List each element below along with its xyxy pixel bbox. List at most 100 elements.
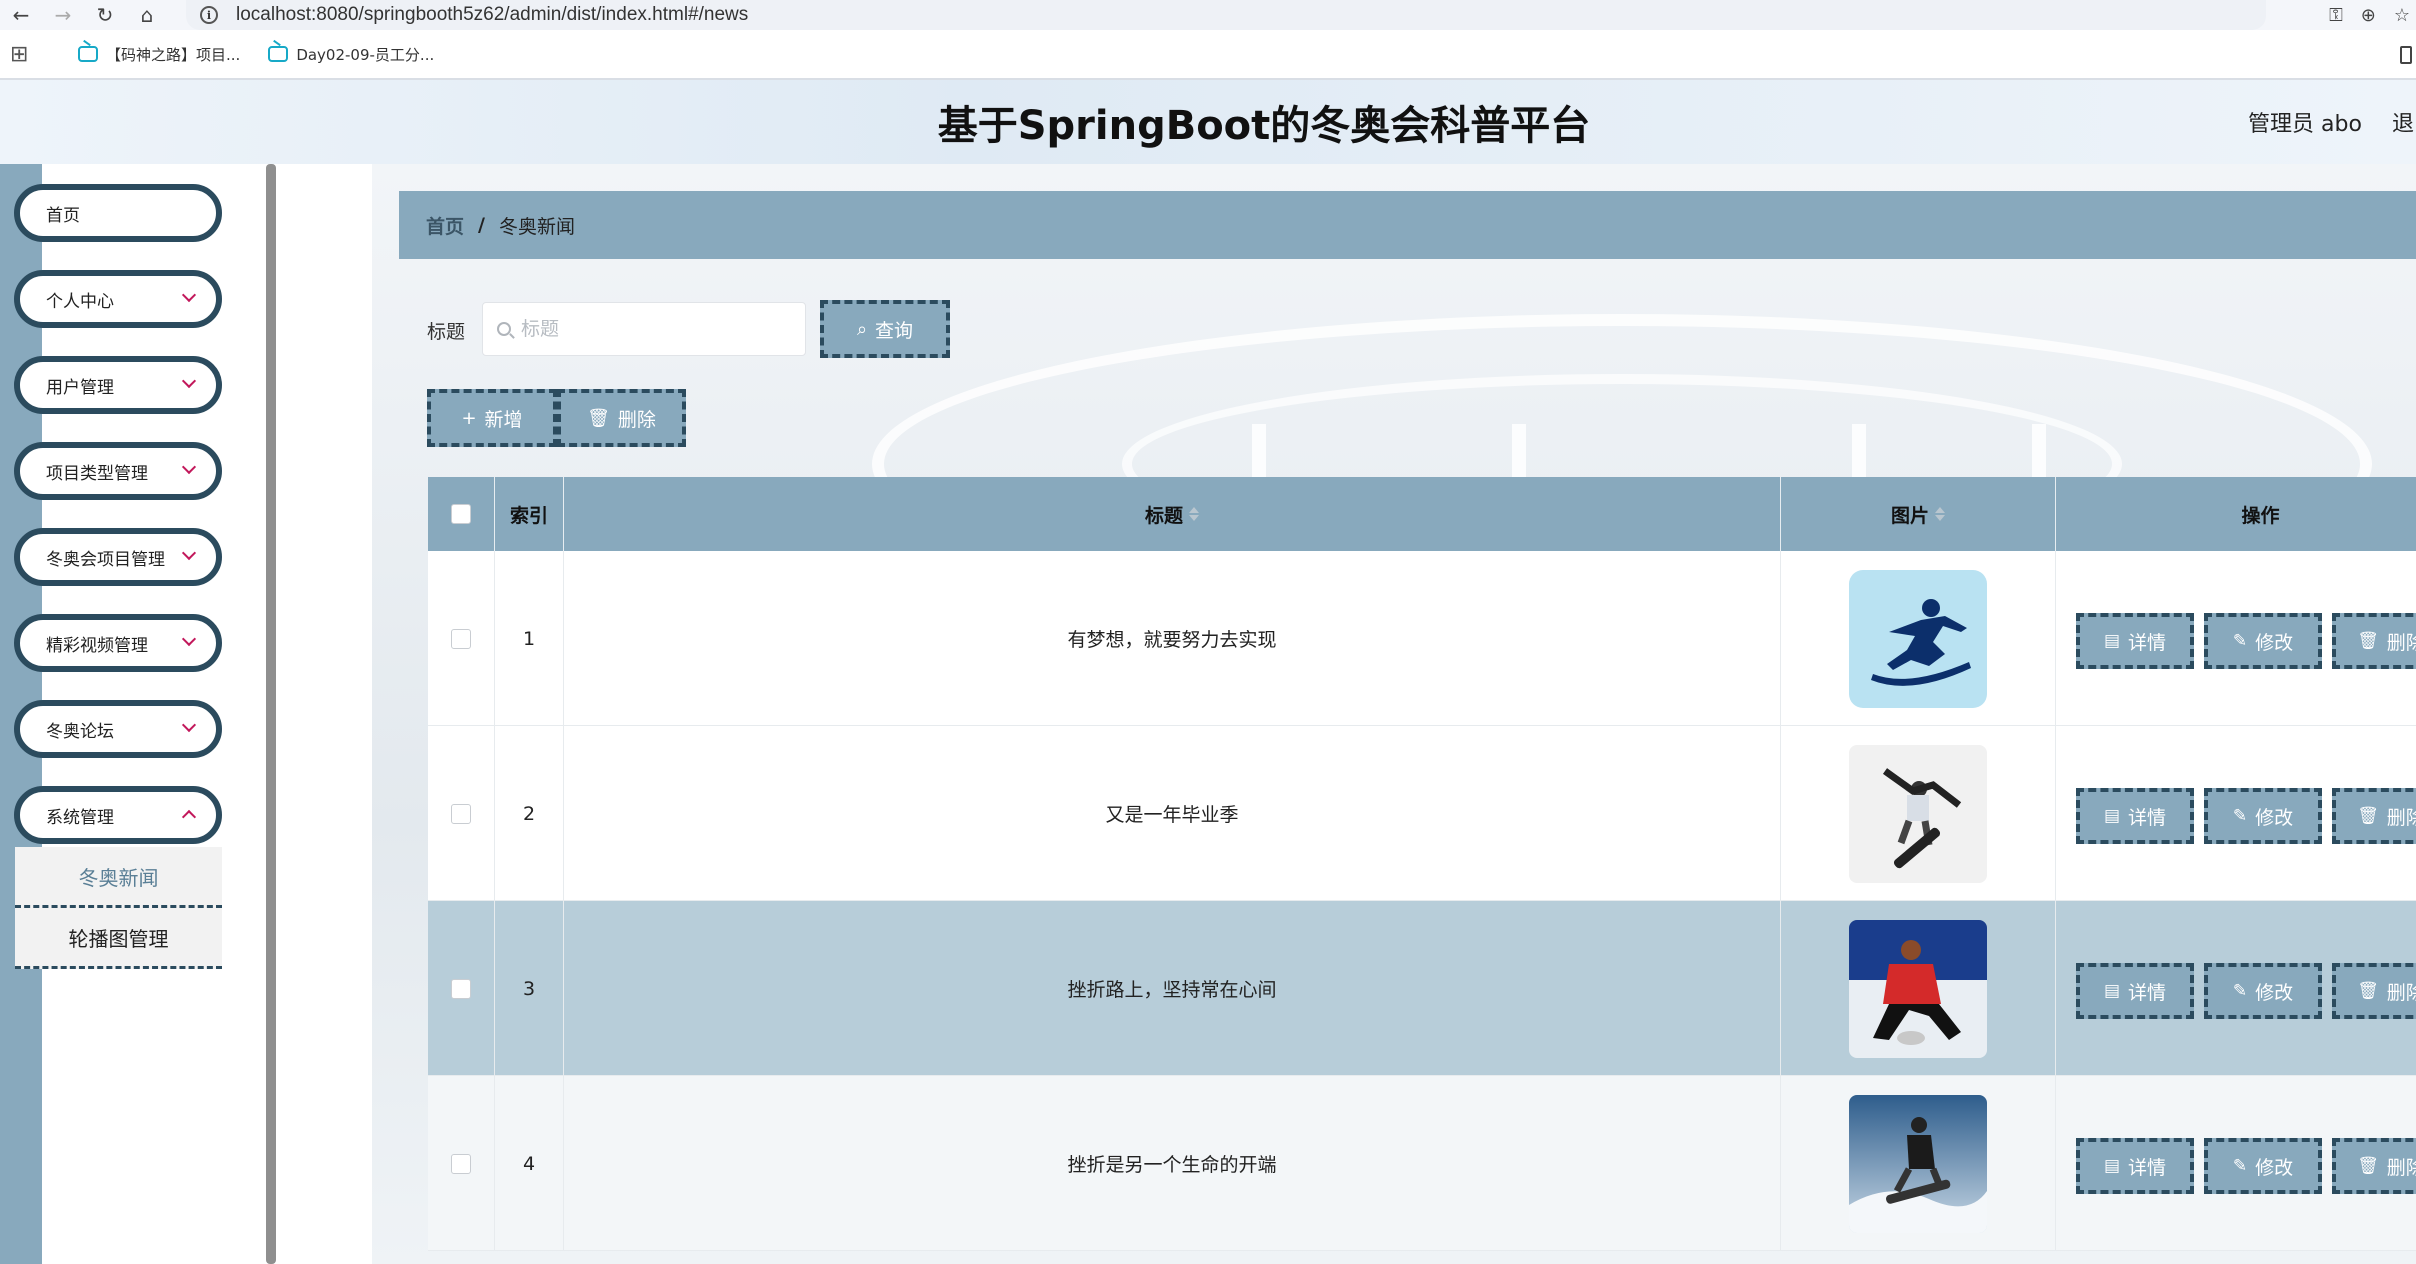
row-index: 4: [495, 1076, 564, 1251]
apps-grid-icon[interactable]: ⊞: [10, 42, 50, 67]
plus-icon: +: [461, 407, 477, 429]
sidebar-item-olympic-projects[interactable]: 冬奥会项目管理: [14, 528, 222, 586]
header-image[interactable]: 图片: [1781, 477, 2056, 551]
remove-button[interactable]: 🗑 删除: [2332, 963, 2416, 1019]
pencil-icon: ✎: [2232, 631, 2248, 651]
forward-icon[interactable]: →: [42, 0, 84, 30]
snowboard-jump-photo[interactable]: [1849, 1094, 1987, 1233]
snowboarder-photo[interactable]: [1849, 744, 1987, 883]
breadcrumb-home[interactable]: 首页: [426, 212, 464, 239]
detail-button[interactable]: ▤ 详情: [2076, 613, 2194, 669]
sidebar-item-system[interactable]: 系统管理: [14, 786, 222, 844]
chevron-down-icon: [181, 373, 197, 389]
pencil-icon: ✎: [2232, 806, 2248, 826]
sidebar-item-user-management[interactable]: 用户管理: [14, 356, 222, 414]
select-all-checkbox[interactable]: [451, 504, 471, 524]
reading-list-icon[interactable]: [2400, 46, 2412, 64]
chevron-down-icon: [181, 459, 197, 475]
add-button[interactable]: + 新增: [427, 389, 557, 447]
tv-icon: [78, 46, 98, 62]
trash-icon: 🗑: [587, 407, 610, 429]
edit-button[interactable]: ✎ 修改: [2204, 963, 2322, 1019]
app-header: 基于SpringBoot的冬奥会科普平台 管理员 abo 退: [0, 80, 2416, 164]
header-title[interactable]: 标题: [564, 477, 1781, 551]
pencil-icon: ✎: [2232, 1156, 2248, 1176]
breadcrumb-current: 冬奥新闻: [498, 215, 575, 238]
remove-button[interactable]: 🗑 删除: [2332, 788, 2416, 844]
row-checkbox-cell: [428, 1076, 495, 1251]
sort-icon[interactable]: [1189, 507, 1199, 521]
title-search-field[interactable]: [521, 318, 781, 340]
key-icon[interactable]: ⚿: [2329, 5, 2343, 26]
back-icon[interactable]: ←: [0, 0, 42, 30]
row-checkbox[interactable]: [451, 803, 471, 824]
home-icon[interactable]: ⌂: [126, 0, 168, 30]
zoom-icon[interactable]: ⊕: [2361, 5, 2376, 26]
curling-photo[interactable]: [1849, 919, 1987, 1058]
document-icon: ▤: [2103, 806, 2121, 826]
sort-icon[interactable]: [1935, 507, 1945, 521]
search-input[interactable]: [482, 302, 806, 356]
row-ops: ▤ 详情 ✎ 修改 🗑 删除: [2056, 1076, 2416, 1251]
edit-button[interactable]: ✎ 修改: [2204, 613, 2322, 669]
table-row[interactable]: 4 挫折是另一个生命的开端 ▤ 详情 ✎ 修改 🗑 删除: [428, 1076, 2416, 1251]
edit-button[interactable]: ✎ 修改: [2204, 788, 2322, 844]
sidebar-scrollbar[interactable]: [266, 164, 276, 1264]
site-info-icon[interactable]: i: [200, 6, 218, 24]
header-ops: 操作: [2056, 477, 2416, 551]
row-image-cell: [1781, 901, 2056, 1076]
table-row[interactable]: 1 有梦想，就要努力去实现 ▤ 详情 ✎ 修改 🗑 删除: [428, 551, 2416, 726]
row-index: 2: [495, 726, 564, 901]
snowboard-pictogram-image[interactable]: [1849, 569, 1987, 708]
trash-icon: 🗑: [2357, 1156, 2379, 1176]
chevron-down-icon: [181, 717, 197, 733]
tv-icon: [268, 46, 289, 62]
submenu-item-news[interactable]: 冬奥新闻: [15, 847, 222, 908]
delete-button[interactable]: 🗑 删除: [557, 389, 686, 447]
detail-button[interactable]: ▤ 详情: [2076, 963, 2194, 1019]
star-icon[interactable]: ☆: [2394, 5, 2410, 26]
remove-button[interactable]: 🗑 删除: [2332, 1138, 2416, 1194]
sidebar-item-home[interactable]: 首页: [14, 184, 222, 242]
row-checkbox-cell: [428, 551, 495, 726]
breadcrumb: 首页 / 冬奥新闻: [399, 191, 2416, 259]
logout-link[interactable]: 退: [2392, 106, 2414, 138]
edit-button[interactable]: ✎ 修改: [2204, 1138, 2322, 1194]
row-index: 3: [495, 901, 564, 1076]
row-checkbox[interactable]: [451, 628, 471, 649]
row-checkbox-cell: [428, 726, 495, 901]
remove-button[interactable]: 🗑 删除: [2332, 613, 2416, 669]
browser-toolbar: ← → ↻ ⌂ i localhost:8080/springbooth5z62…: [0, 0, 2416, 30]
sidebar-item-project-type[interactable]: 项目类型管理: [14, 442, 222, 500]
select-all-cell: [428, 477, 495, 551]
detail-button[interactable]: ▤ 详情: [2076, 788, 2194, 844]
search-icon: ⌕: [856, 318, 868, 340]
search-label: 标题: [427, 321, 466, 343]
row-title: 挫折是另一个生命的开端: [564, 1076, 1781, 1251]
row-ops: ▤ 详情 ✎ 修改 🗑 删除: [2056, 726, 2416, 901]
row-title: 挫折路上，坚持常在心间: [564, 901, 1781, 1076]
bookmark-2[interactable]: Day02-09-员工分...: [268, 44, 434, 65]
chevron-down-icon: [181, 545, 197, 561]
sidebar-item-forum[interactable]: 冬奥论坛: [14, 700, 222, 758]
reload-icon[interactable]: ↻: [84, 0, 126, 30]
query-button[interactable]: ⌕ 查询: [820, 300, 950, 358]
app-title: 基于SpringBoot的冬奥会科普平台: [937, 103, 1591, 149]
submenu-item-carousel[interactable]: 轮播图管理: [15, 908, 222, 969]
chevron-down-icon: [181, 809, 197, 825]
row-index: 1: [495, 551, 564, 726]
news-table: 索引 标题 图片 操作 1 有梦想，就要努力去实现 ▤ 详情 ✎ 修改 🗑 删除 2 …: [428, 477, 2416, 1251]
table-row[interactable]: 3 挫折路上，坚持常在心间 ▤ 详情 ✎ 修改 🗑 删除: [428, 901, 2416, 1076]
row-checkbox[interactable]: [451, 978, 471, 999]
row-checkbox[interactable]: [451, 1153, 471, 1174]
sidebar-item-personal-center[interactable]: 个人中心: [14, 270, 222, 328]
search-icon: [497, 322, 511, 336]
row-image-cell: [1781, 1076, 2056, 1251]
row-image-cell: [1781, 551, 2056, 726]
chevron-down-icon: [181, 287, 197, 303]
sidebar-item-videos[interactable]: 精彩视频管理: [14, 614, 222, 672]
bookmark-1[interactable]: 【码神之路】项目...: [78, 44, 240, 65]
table-row[interactable]: 2 又是一年毕业季 ▤ 详情 ✎ 修改 🗑 删除: [428, 726, 2416, 901]
detail-button[interactable]: ▤ 详情: [2076, 1138, 2194, 1194]
address-bar[interactable]: i localhost:8080/springbooth5z62/admin/d…: [186, 0, 2266, 30]
